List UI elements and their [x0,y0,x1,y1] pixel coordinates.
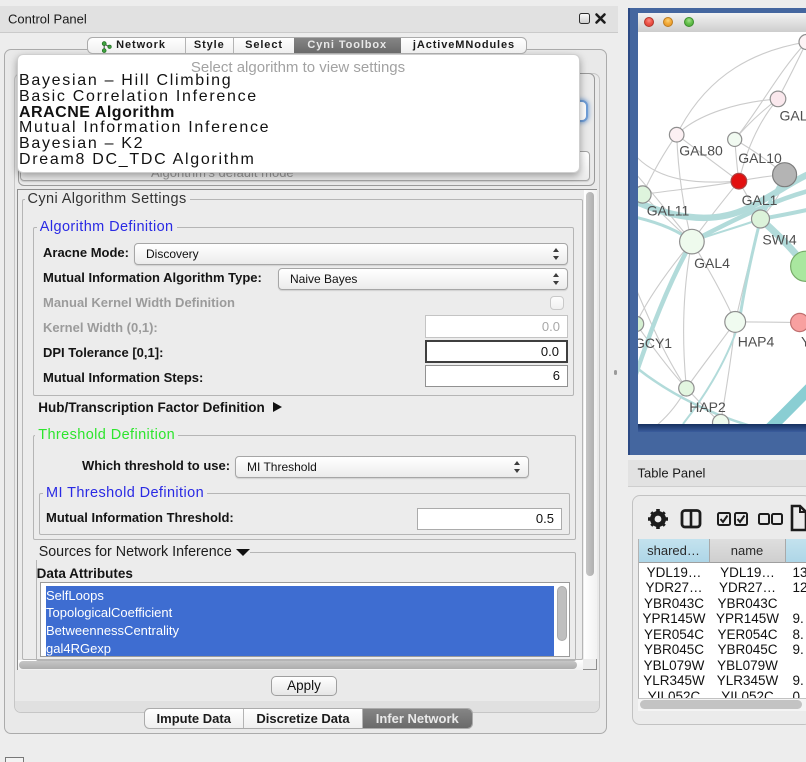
svg-text:GAL: GAL [780,107,806,123]
svg-text:GCY1: GCY1 [638,335,672,351]
svg-text:HAP2: HAP2 [689,399,726,415]
svg-text:GAL10: GAL10 [738,150,782,166]
svg-text:GAL1: GAL1 [742,192,778,208]
svg-text:Y: Y [801,333,806,349]
svg-text:GAL11: GAL11 [647,202,690,218]
svg-text:SWI4: SWI4 [762,231,796,247]
svg-text:GAL80: GAL80 [679,142,723,158]
svg-text:GAL4: GAL4 [694,255,730,271]
svg-text:HAP4: HAP4 [738,333,775,349]
